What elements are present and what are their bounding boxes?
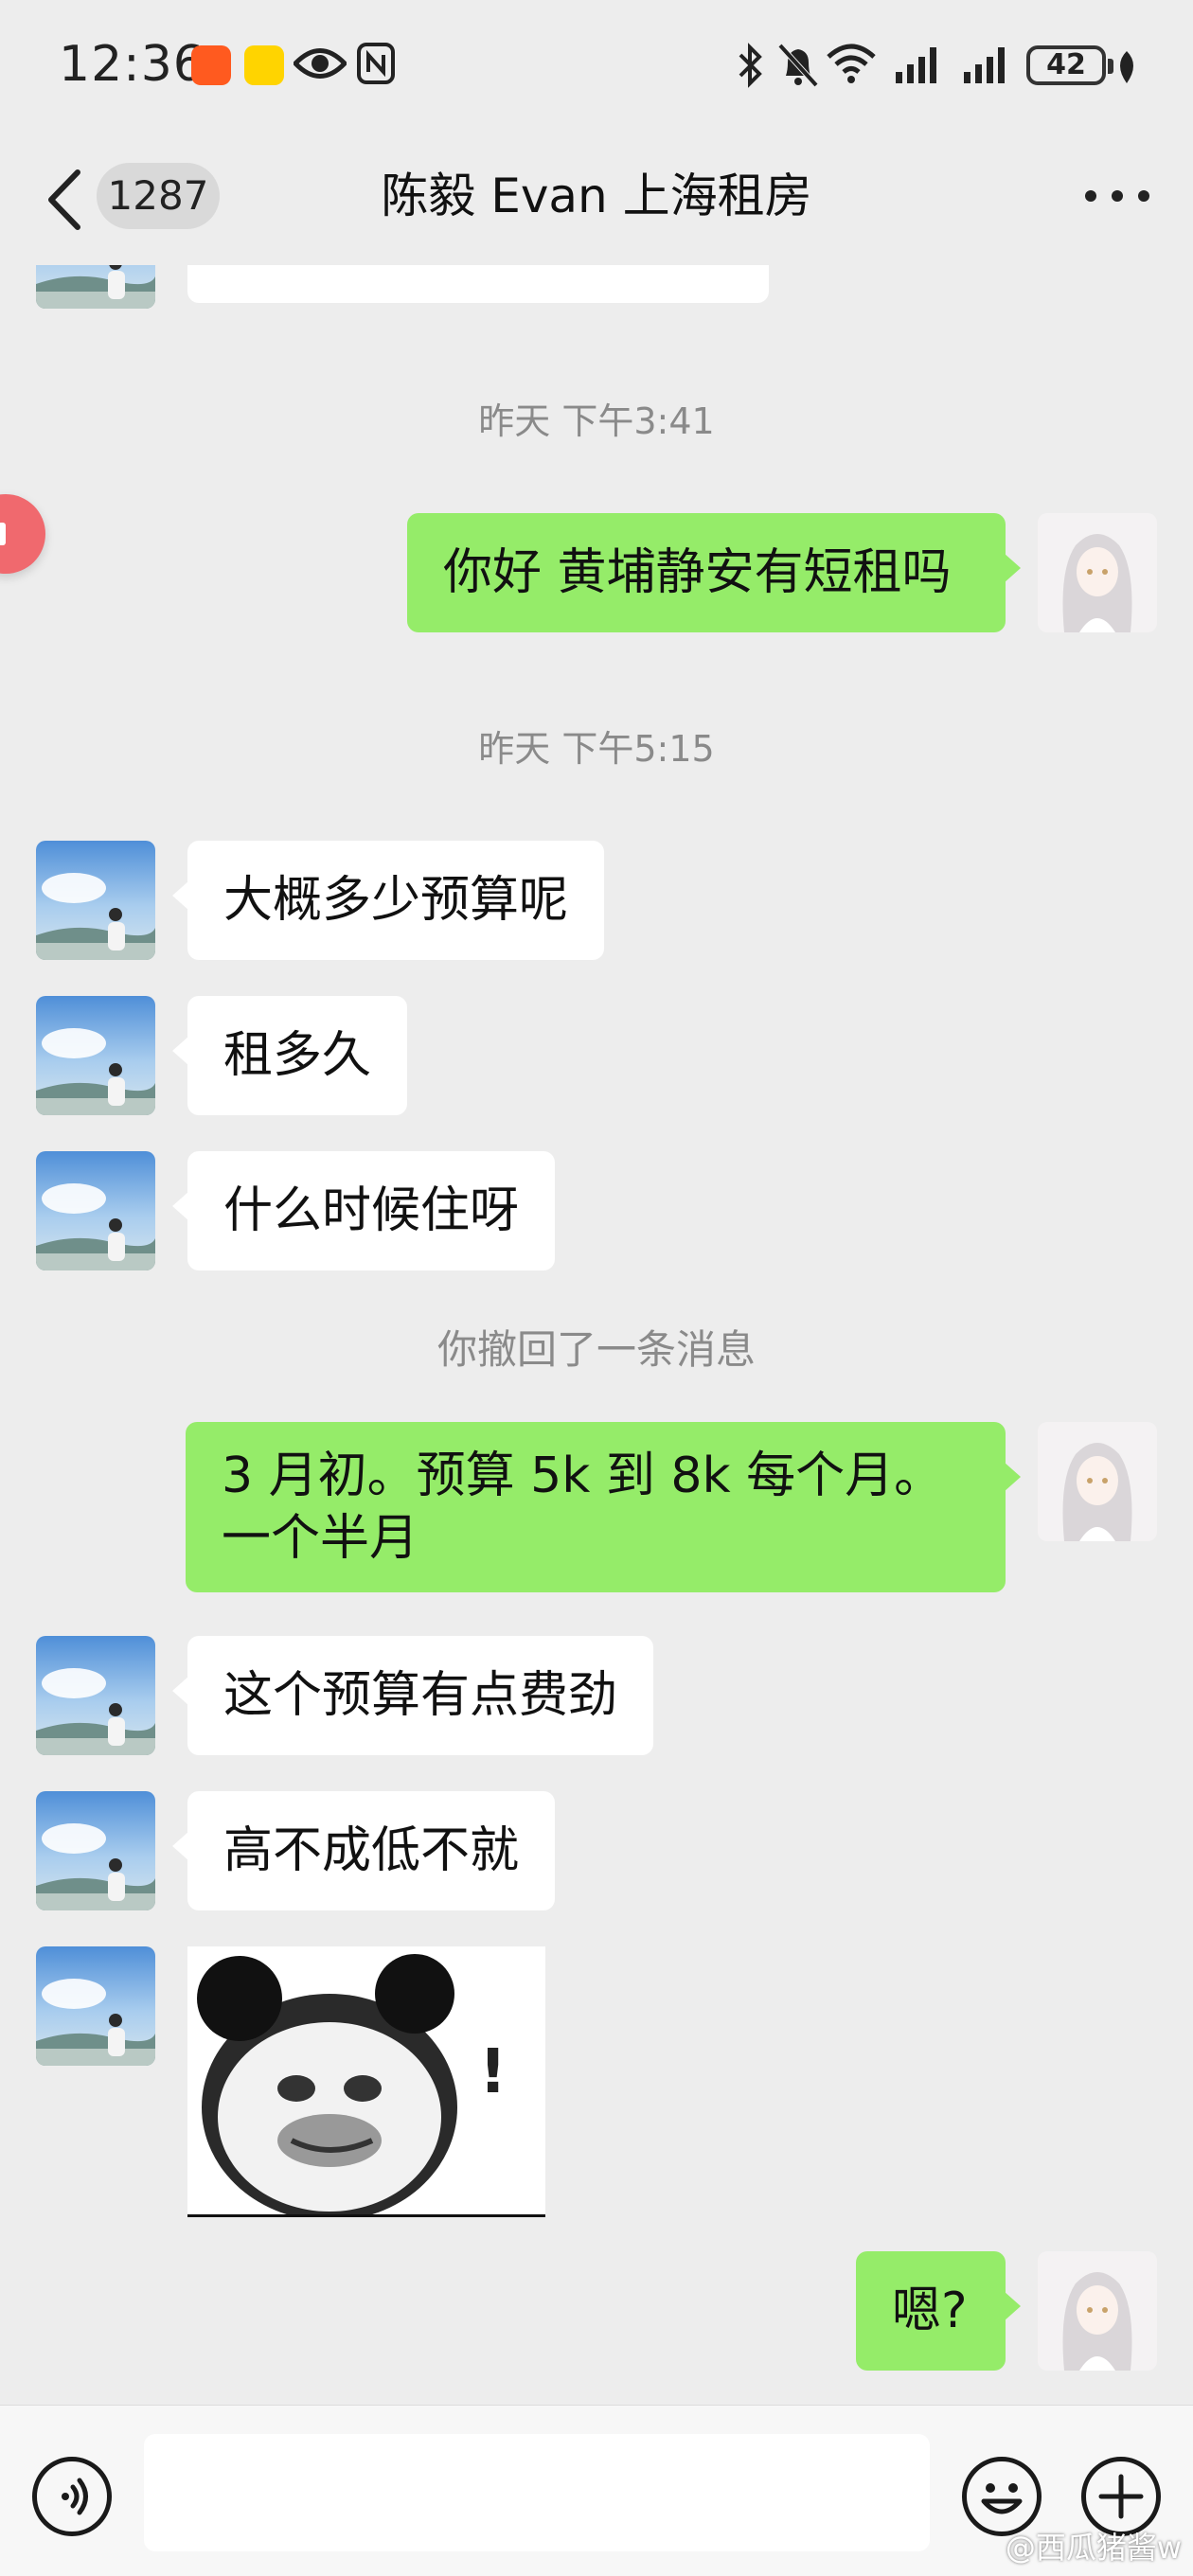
message-bubble-incoming[interactable]: 什么时候住呀 [171, 1151, 556, 1270]
more-options-icon[interactable] [1083, 182, 1151, 210]
message-bubble-incoming[interactable]: 大概多少预算呢 [171, 841, 605, 960]
contact-avatar[interactable] [36, 1636, 155, 1755]
panda-sticker-image[interactable]: ! [187, 1946, 545, 2217]
signal-icon [896, 47, 936, 83]
message-bubble-outgoing[interactable]: 你好 黄埔静安有短租吗 [407, 513, 1021, 632]
message-bubble-outgoing[interactable]: 嗯? [856, 2251, 1021, 2371]
eye-icon [294, 48, 347, 79]
status-bar: 12:36 42 [0, 0, 1193, 133]
message-timestamp: 昨天 下午3:41 [478, 400, 715, 442]
voice-input-button[interactable] [32, 2457, 112, 2536]
voice-icon [62, 2478, 88, 2515]
nfc-icon [357, 43, 395, 84]
chat-header: 1287 陈毅 Evan 上海租房 [0, 133, 1193, 265]
sticker-caption: ! [479, 2037, 507, 2107]
contact-avatar[interactable] [36, 1791, 155, 1910]
emoji-icon [981, 2483, 1023, 2514]
message-list[interactable]: 昨天 下午3:41 你好 黄埔静安有短租吗 昨天 下午5:15 大概多少预算呢 … [0, 265, 1193, 2405]
contact-avatar[interactable] [36, 1151, 155, 1270]
contact-avatar[interactable] [36, 996, 155, 1115]
message-bubble-incoming[interactable]: 租多久 [171, 996, 408, 1115]
contact-avatar[interactable] [36, 841, 155, 960]
message-text-input[interactable] [144, 2434, 930, 2551]
chat-title: 陈毅 Evan 上海租房 [381, 169, 812, 223]
my-avatar[interactable] [1038, 2251, 1157, 2371]
plus-icon [1098, 2474, 1144, 2519]
floating-badge-button[interactable] [0, 494, 45, 574]
message-bubble-incoming[interactable]: 这个预算有点费劲 [171, 1636, 654, 1755]
status-time: 12:36 [59, 36, 205, 93]
message-bubble-outgoing[interactable]: 3 月初。预算 5k 到 8k 每个月。一个半月 [186, 1422, 1021, 1592]
battery-indicator: 42 [1026, 45, 1113, 85]
my-avatar[interactable] [1038, 1422, 1157, 1541]
signal-icon-2 [964, 47, 1005, 83]
contact-avatar[interactable] [36, 1946, 155, 2066]
message-timestamp: 昨天 下午5:15 [478, 728, 715, 770]
leaf-icon [1120, 51, 1133, 83]
message-bubble-incoming[interactable] [187, 265, 769, 303]
my-avatar[interactable] [1038, 513, 1157, 632]
wifi-icon [827, 44, 876, 83]
message-bubble-incoming[interactable]: 高不成低不就 [171, 1791, 556, 1910]
bluetooth-icon [739, 43, 762, 88]
recall-notice: 你撤回了一条消息 [436, 1326, 756, 1373]
watermark-text: @西瓜猪酱w [1005, 2530, 1182, 2566]
app-yellow-icon [244, 45, 284, 85]
app-orange-icon [191, 45, 231, 85]
contact-avatar[interactable] [36, 265, 155, 309]
mute-icon [777, 43, 819, 88]
